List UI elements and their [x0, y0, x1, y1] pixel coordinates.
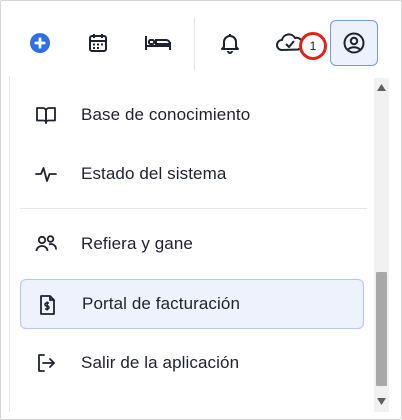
users-icon [35, 235, 57, 252]
notifications-button[interactable] [206, 20, 254, 66]
menu-item-system-status[interactable]: Estado del sistema [20, 149, 364, 199]
book-open-icon [36, 107, 56, 124]
calendar-icon [89, 34, 107, 52]
profile-dropdown-menu: Base de conocimiento Estado del sistema … [9, 76, 392, 412]
menu-separator [20, 208, 367, 209]
scroll-up-arrow-icon[interactable] [376, 82, 387, 93]
profile-button[interactable] [330, 20, 378, 66]
user-circle-icon [343, 32, 365, 54]
menu-item-label: Refiera y gane [81, 234, 193, 253]
invoice-icon [40, 295, 55, 315]
annotation-marker-1: 1 [299, 32, 327, 60]
menu-item-refer-and-earn[interactable]: Refiera y gane [20, 219, 364, 269]
logout-icon [38, 354, 55, 372]
menu-item-label: Estado del sistema [81, 164, 227, 183]
menu-item-label: Salir de la aplicación [81, 353, 240, 372]
menu-item-label: Portal de facturación [82, 294, 241, 313]
add-button[interactable] [16, 20, 64, 66]
bed-button[interactable] [134, 20, 182, 66]
menu-item-logout[interactable]: Salir de la aplicación [20, 338, 364, 388]
toolbar-divider [194, 18, 195, 70]
activity-icon [35, 167, 57, 182]
calendar-button[interactable] [74, 20, 122, 66]
plus-circle-icon [30, 33, 50, 53]
bed-icon [145, 36, 172, 50]
bell-icon [221, 34, 239, 54]
menu-item-label: Base de conocimiento [81, 105, 251, 124]
top-toolbar [0, 0, 400, 72]
menu-item-billing-portal[interactable]: Portal de facturación [20, 279, 364, 329]
menu-item-knowledge-base[interactable]: Base de conocimiento [20, 90, 364, 140]
scrollbar-thumb[interactable] [376, 272, 387, 386]
scroll-down-arrow-icon[interactable] [376, 396, 387, 407]
